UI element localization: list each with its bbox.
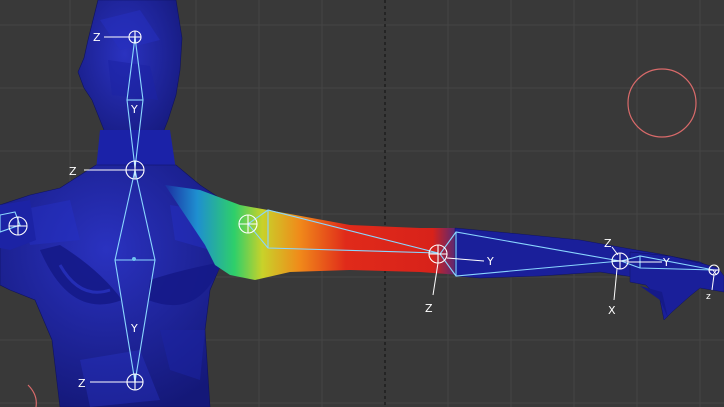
bone-midpoint	[132, 257, 136, 261]
axis-label-neck-z: Z	[69, 165, 77, 178]
3d-viewport[interactable]: Z Y Z Y Z Z Y Z X Y z x	[0, 0, 724, 407]
axis-label-hand-z: z	[706, 292, 711, 302]
axis-label-head-z: Z	[93, 31, 101, 44]
selection-arc	[27, 384, 37, 407]
bone-joint-icon	[128, 30, 142, 44]
bone-joint-icon	[238, 214, 258, 234]
character-mesh[interactable]	[0, 0, 724, 407]
bone-joint-icon	[8, 216, 28, 236]
axis-label-elbow-z: Z	[425, 302, 433, 315]
bone-joint-icon	[125, 160, 145, 180]
axis-label-hand-x: x	[712, 268, 718, 278]
bone-joint-icon	[126, 373, 144, 391]
axis-label-wrist-y: Y	[662, 256, 670, 269]
bone-joint-icon	[428, 244, 448, 264]
axis-label-wrist-z: Z	[604, 237, 612, 250]
axis-label-chest-z: Z	[78, 377, 86, 390]
3d-cursor-icon[interactable]	[627, 68, 697, 138]
axis-label-wrist-x: X	[608, 304, 616, 317]
axis-label-chest-y: Y	[130, 322, 138, 335]
bone-joint-icon	[611, 252, 629, 270]
axis-label-head-y: Y	[130, 103, 138, 116]
axis-label-elbow-y: Y	[486, 255, 494, 268]
